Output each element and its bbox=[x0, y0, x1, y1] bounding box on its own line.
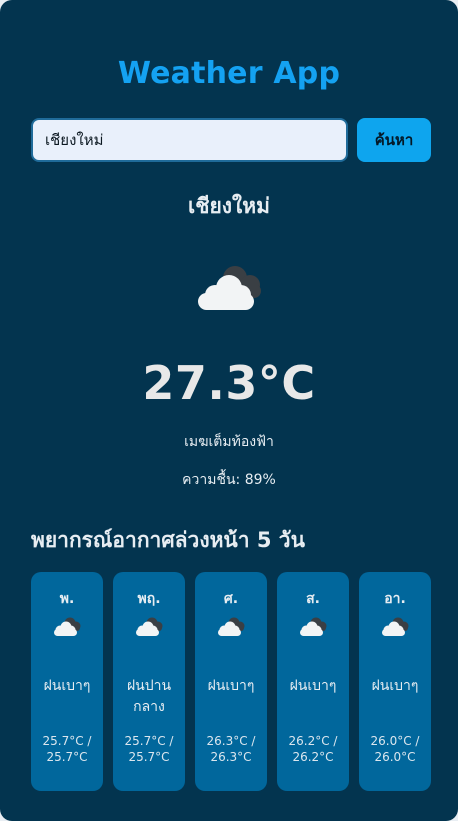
forecast-day-description: ฝนเบาๆ bbox=[207, 678, 255, 694]
forecast-day-temp: 26.3°C / 26.3°C bbox=[197, 733, 265, 765]
humidity-text: ความชื้น: 89% bbox=[182, 472, 276, 488]
forecast-day-name: พ. bbox=[59, 591, 75, 607]
forecast-temp-line: 25.7°C bbox=[46, 750, 88, 764]
weather-description: เมฆเต็มท้องฟ้า bbox=[184, 434, 274, 450]
rain-cloud-icon bbox=[54, 617, 81, 636]
forecast-temp-line: 25.7°C / bbox=[124, 734, 174, 748]
city-search-input[interactable] bbox=[31, 118, 348, 162]
forecast-day-name: ศ. bbox=[223, 591, 239, 607]
forecast-temp-line: 26.3°C / bbox=[206, 734, 256, 748]
forecast-temp-line: 26.0°C bbox=[374, 750, 416, 764]
search-button[interactable]: ค้นหา bbox=[357, 118, 431, 162]
forecast-day-name: ส. bbox=[306, 591, 320, 607]
app-title: Weather App bbox=[117, 56, 341, 91]
forecast-day-card: อา. ฝนเบาๆ 26.0°C / 26.0°C bbox=[359, 572, 431, 791]
forecast-day-card: พฤ. ฝนปานกลาง 25.7°C / 25.7°C bbox=[113, 572, 185, 791]
forecast-day-name: อา. bbox=[384, 591, 406, 607]
forecast-temp-line: 26.3°C bbox=[210, 750, 252, 764]
current-temperature: 27.3°C bbox=[142, 356, 316, 410]
forecast-day-card: ศ. ฝนเบาๆ 26.3°C / 26.3°C bbox=[195, 572, 267, 791]
weather-app-card: Weather App ค้นหา เชียงใหม่ 27.3°C เมฆเต… bbox=[0, 0, 458, 821]
forecast-list: พ. ฝนเบาๆ 25.7°C / 25.7°C พฤ. ฝนปานกลาง … bbox=[31, 572, 431, 791]
forecast-day-description: ฝนเบาๆ bbox=[43, 678, 91, 694]
city-name: เชียงใหม่ bbox=[188, 194, 270, 218]
rain-cloud-icon bbox=[136, 617, 163, 636]
rain-cloud-icon bbox=[300, 617, 327, 636]
search-bar: ค้นหา bbox=[31, 118, 431, 162]
forecast-day-description: ฝนเบาๆ bbox=[289, 678, 337, 694]
forecast-temp-line: 26.2°C bbox=[292, 750, 334, 764]
cloudy-icon bbox=[198, 266, 261, 310]
forecast-day-temp: 25.7°C / 25.7°C bbox=[115, 733, 183, 765]
forecast-temp-line: 26.2°C / bbox=[288, 734, 338, 748]
forecast-day-name: พฤ. bbox=[137, 591, 161, 607]
forecast-temp-line: 25.7°C / bbox=[42, 734, 92, 748]
forecast-day-description: ฝนปานกลาง bbox=[126, 678, 172, 715]
forecast-title: พยากรณ์อากาศล่วงหน้า 5 วัน bbox=[31, 528, 305, 552]
forecast-day-temp: 25.7°C / 25.7°C bbox=[33, 733, 101, 765]
rain-cloud-icon bbox=[382, 617, 409, 636]
forecast-day-temp: 26.2°C / 26.2°C bbox=[279, 733, 347, 765]
forecast-day-card: ส. ฝนเบาๆ 26.2°C / 26.2°C bbox=[277, 572, 349, 791]
forecast-temp-line: 26.0°C / bbox=[370, 734, 420, 748]
rain-cloud-icon bbox=[218, 617, 245, 636]
forecast-temp-line: 25.7°C bbox=[128, 750, 170, 764]
forecast-day-card: พ. ฝนเบาๆ 25.7°C / 25.7°C bbox=[31, 572, 103, 791]
forecast-day-temp: 26.0°C / 26.0°C bbox=[361, 733, 429, 765]
forecast-day-description: ฝนเบาๆ bbox=[371, 678, 419, 694]
